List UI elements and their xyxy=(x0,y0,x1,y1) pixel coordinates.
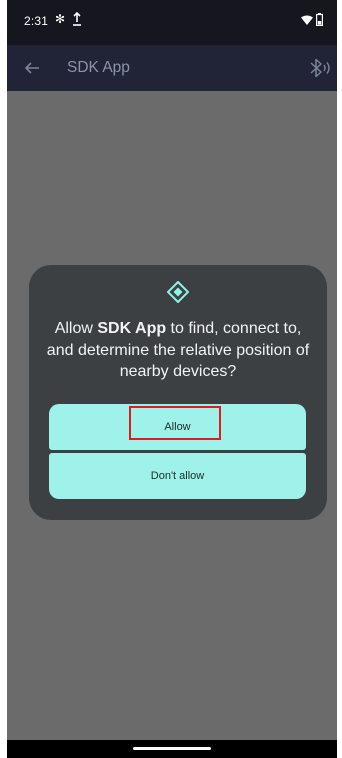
dont-allow-button[interactable]: Don't allow xyxy=(49,453,306,499)
permission-dialog: Allow SDK App to find, connect to, and d… xyxy=(29,265,327,520)
status-bar: 2:31 ✻ xyxy=(7,0,337,45)
app-bar: SDK App xyxy=(7,45,337,91)
bluetooth-icon: ✻ xyxy=(55,12,66,26)
wifi-icon xyxy=(301,15,313,25)
message-prefix: Allow xyxy=(54,320,98,337)
allow-button-label: Allow xyxy=(164,421,191,433)
dont-allow-button-label: Don't allow xyxy=(150,470,205,482)
phone-screen: 2:31 ✻ SDK App Allow SDK App to find, co… xyxy=(7,0,337,758)
status-time: 2:31 xyxy=(24,14,49,28)
upload-icon xyxy=(73,12,81,26)
nearby-devices-icon xyxy=(167,281,189,303)
allow-button[interactable]: Allow xyxy=(49,404,306,450)
nav-bar xyxy=(7,740,337,758)
battery-icon xyxy=(316,13,323,26)
bluetooth-searching-icon[interactable] xyxy=(307,57,335,79)
home-handle[interactable] xyxy=(133,747,211,750)
app-title: SDK App xyxy=(67,59,130,76)
arrow-back-icon[interactable] xyxy=(21,57,43,79)
message-app-name: SDK App xyxy=(97,320,167,337)
dialog-message: Allow SDK App to find, connect to, and d… xyxy=(43,318,313,383)
